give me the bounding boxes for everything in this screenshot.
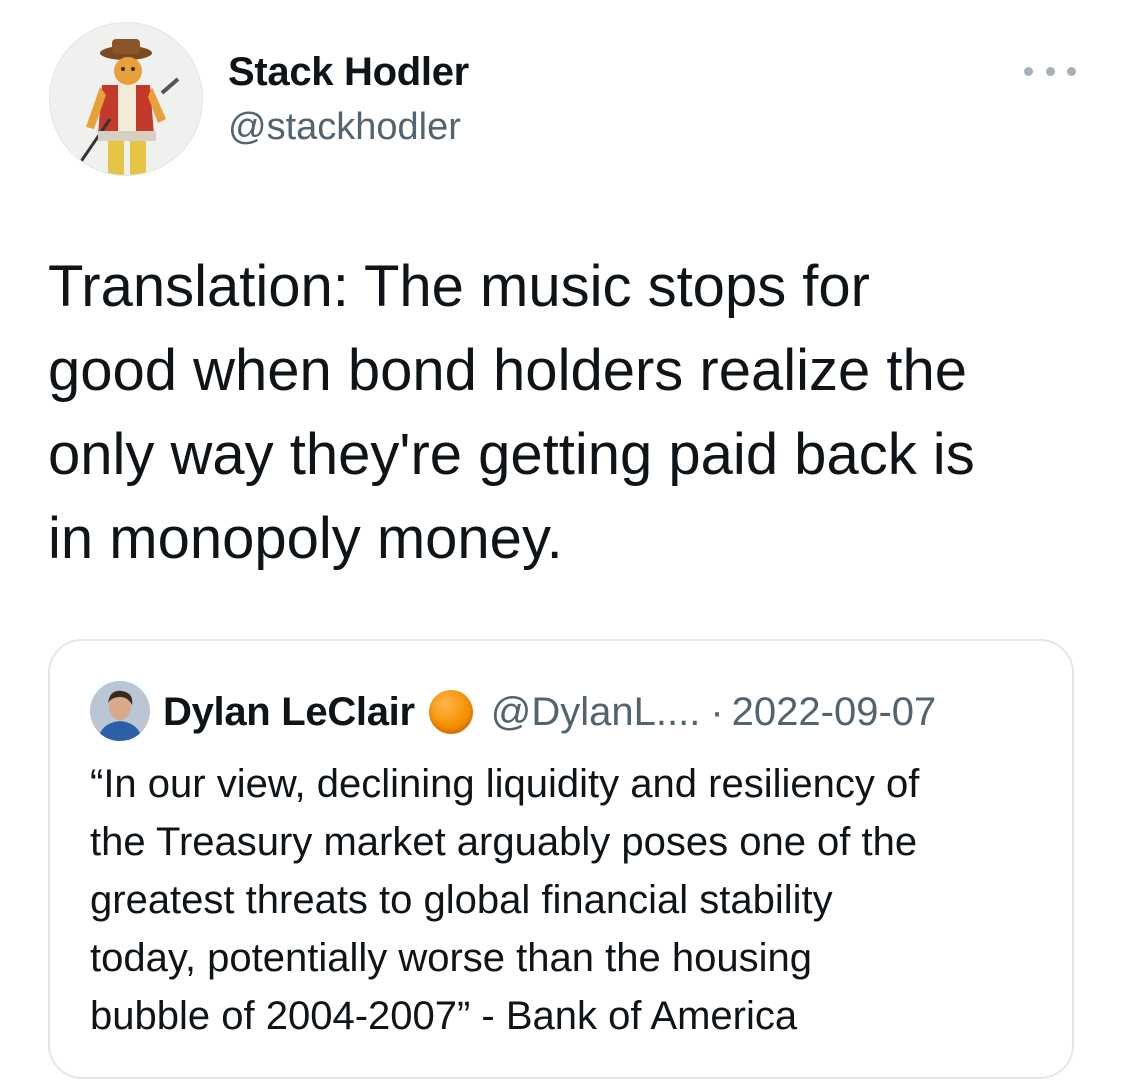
orange-circle-icon bbox=[428, 690, 473, 734]
author-avatar[interactable] bbox=[49, 22, 203, 176]
dot bbox=[1045, 66, 1055, 76]
author-handle[interactable]: @stackhodler bbox=[228, 106, 461, 149]
quoted-author-handle[interactable]: @DylanL.... bbox=[491, 690, 701, 735]
tweet-text: Translation: The music stops for good wh… bbox=[48, 254, 975, 571]
avatar-illustration-icon bbox=[50, 23, 202, 175]
quoted-tweet-header: Dylan LeClair @DylanL.... · 2022-09-07 bbox=[163, 685, 936, 739]
quoted-author-name[interactable]: Dylan LeClair bbox=[163, 690, 415, 735]
avatar-photo-icon bbox=[90, 681, 150, 741]
quoted-tweet-date[interactable]: 2022-09-07 bbox=[732, 690, 937, 735]
author-name[interactable]: Stack Hodler bbox=[228, 50, 469, 95]
dot bbox=[1024, 66, 1033, 76]
quoted-tweet-card[interactable]: Dylan LeClair @DylanL.... · 2022-09-07 “… bbox=[48, 639, 1074, 1079]
quoted-author-avatar[interactable] bbox=[90, 681, 150, 741]
more-options-icon[interactable] bbox=[1024, 56, 1076, 86]
separator-dot: · bbox=[710, 689, 724, 734]
quoted-tweet-text: “In our view, declining liquidity and re… bbox=[90, 762, 920, 1038]
dot bbox=[1067, 66, 1076, 76]
